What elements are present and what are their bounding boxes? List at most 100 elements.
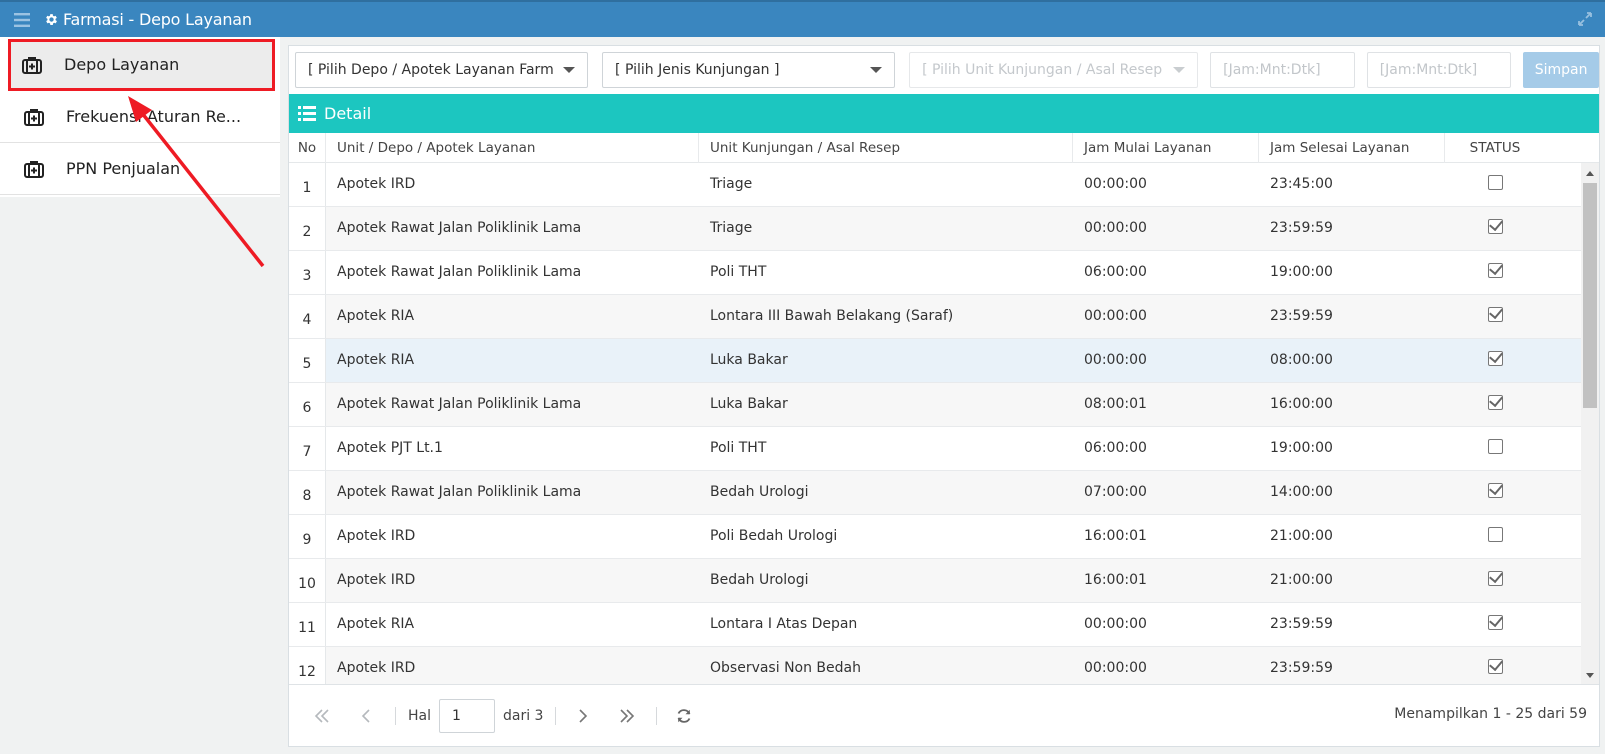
- page-number-input[interactable]: 1: [439, 698, 495, 733]
- table-row[interactable]: 2 Apotek Rawat Jalan Poliklinik Lama Triag…: [289, 207, 1581, 251]
- status-checkbox[interactable]: [1487, 263, 1503, 278]
- cell-kunjungan: Lontara III Bawah Belakang (Saraf): [710, 307, 954, 324]
- sidebar-item-label: PPN Penjualan: [66, 159, 181, 178]
- scrollbar-thumb[interactable]: [1583, 183, 1597, 408]
- cell-status: [1445, 383, 1545, 426]
- cell-jam-selesai: 14:00:00: [1270, 483, 1333, 500]
- refresh-button[interactable]: [669, 701, 699, 731]
- unit-kunjungan-select-value: [ Pilih Unit Kunjungan / Asal Resep ]: [922, 62, 1164, 78]
- table-row[interactable]: 7 Apotek PJT Lt.1 Poli THT 06:00:00 19:00:00: [289, 427, 1581, 471]
- detail-header: Detail: [289, 94, 1599, 133]
- cell-jam-mulai: 16:00:01: [1084, 527, 1147, 544]
- cell-unit: Apotek Rawat Jalan Poliklinik Lama: [337, 219, 582, 236]
- prev-page-button[interactable]: [351, 701, 381, 731]
- pager-info: Menampilkan 1 - 25 dari 59: [1394, 706, 1587, 722]
- gear-icon: [44, 12, 59, 27]
- status-checkbox[interactable]: [1487, 395, 1503, 410]
- jam-selesai-input[interactable]: [Jam:Mnt:Dtk]: [1366, 52, 1512, 88]
- status-checkbox[interactable]: [1487, 483, 1503, 498]
- cell-unit: Apotek RIA: [337, 351, 415, 368]
- cell-kunjungan: Poli THT: [710, 439, 767, 456]
- column-header-no[interactable]: No: [289, 133, 326, 163]
- cell-unit: Apotek IRD: [337, 571, 416, 588]
- table-row[interactable]: 5 Apotek RIA Luka Bakar 00:00:00 08:00:00: [289, 339, 1581, 383]
- status-checkbox[interactable]: [1487, 615, 1503, 630]
- status-checkbox[interactable]: [1487, 439, 1503, 454]
- first-page-button[interactable]: [307, 701, 337, 731]
- depo-select-value: [ Pilih Depo / Apotek Layanan Farmasi ]: [308, 62, 554, 78]
- chevron-down-icon: [563, 67, 576, 73]
- cell-kunjungan: Luka Bakar: [710, 395, 788, 412]
- depo-select[interactable]: [ Pilih Depo / Apotek Layanan Farmasi ]: [295, 52, 589, 88]
- expand-icon[interactable]: [1577, 11, 1593, 31]
- status-checkbox[interactable]: [1487, 527, 1503, 542]
- save-button[interactable]: Simpan: [1523, 52, 1599, 88]
- status-checkbox[interactable]: [1487, 307, 1503, 322]
- grid-body: 1 Apotek IRD Triage 00:00:00 23:45:00 2 Apotek…: [289, 163, 1581, 684]
- cell-jam-selesai: 21:00:00: [1270, 571, 1333, 588]
- column-header-status[interactable]: STATUS: [1445, 133, 1545, 163]
- cell-status: [1445, 471, 1545, 514]
- cell-jam-selesai: 23:59:59: [1270, 659, 1333, 676]
- sidebar-item-depo-layanan[interactable]: Depo Layanan: [8, 39, 275, 91]
- cell-kunjungan: Bedah Urologi: [710, 571, 809, 588]
- column-header-kunjungan[interactable]: Unit Kunjungan / Asal Resep: [699, 133, 1073, 163]
- cell-kunjungan: Bedah Urologi: [710, 483, 809, 500]
- cell-jam-selesai: 23:59:59: [1270, 219, 1333, 236]
- column-header-jam-mulai[interactable]: Jam Mulai Layanan: [1073, 133, 1259, 163]
- row-number: 11: [289, 603, 326, 646]
- pager-separator: [395, 706, 396, 725]
- unit-kunjungan-select[interactable]: [ Pilih Unit Kunjungan / Asal Resep ]: [909, 52, 1199, 88]
- cell-jam-mulai: 06:00:00: [1084, 263, 1147, 280]
- cell-kunjungan: Observasi Non Bedah: [710, 659, 861, 676]
- cell-kunjungan: Luka Bakar: [710, 351, 788, 368]
- menu-toggle-button[interactable]: [0, 2, 44, 37]
- table-row[interactable]: 4 Apotek RIA Lontara III Bawah Belakang (S…: [289, 295, 1581, 339]
- next-page-button[interactable]: [568, 701, 598, 731]
- detail-title: Detail: [324, 104, 372, 123]
- sidebar-item-frekuensi-aturan[interactable]: Frekuensi Aturan Re...: [0, 91, 280, 143]
- status-checkbox[interactable]: [1487, 219, 1503, 234]
- scroll-down-icon[interactable]: [1586, 673, 1594, 678]
- table-row[interactable]: 12 Apotek IRD Observasi Non Bedah 00:00:00 2…: [289, 647, 1581, 684]
- sidebar-item-ppn-penjualan[interactable]: PPN Penjualan: [0, 143, 280, 195]
- medkit-icon: [22, 56, 44, 74]
- table-row[interactable]: 6 Apotek Rawat Jalan Poliklinik Lama Luka …: [289, 383, 1581, 427]
- table-row[interactable]: 3 Apotek Rawat Jalan Poliklinik Lama Poli …: [289, 251, 1581, 295]
- scroll-up-icon[interactable]: [1586, 171, 1594, 176]
- last-page-button[interactable]: [612, 701, 642, 731]
- cell-jam-selesai: 08:00:00: [1270, 351, 1333, 368]
- table-row[interactable]: 11 Apotek RIA Lontara I Atas Depan 00:00:00…: [289, 603, 1581, 647]
- jam-mulai-input[interactable]: [Jam:Mnt:Dtk]: [1210, 52, 1355, 88]
- cell-kunjungan: Poli THT: [710, 263, 767, 280]
- jenis-kunjungan-select-value: [ Pilih Jenis Kunjungan ]: [615, 62, 780, 78]
- cell-jam-mulai: 00:00:00: [1084, 307, 1147, 324]
- status-checkbox[interactable]: [1487, 659, 1503, 674]
- cell-kunjungan: Poli Bedah Urologi: [710, 527, 838, 544]
- column-header-jam-selesai[interactable]: Jam Selesai Layanan: [1259, 133, 1445, 163]
- title-bar: Farmasi - Depo Layanan: [0, 0, 1605, 37]
- cell-jam-selesai: 23:45:00: [1270, 175, 1333, 192]
- column-header-unit[interactable]: Unit / Depo / Apotek Layanan: [326, 133, 699, 163]
- cell-jam-mulai: 08:00:01: [1084, 395, 1147, 412]
- hamburger-icon: [14, 12, 30, 27]
- table-row[interactable]: 9 Apotek IRD Poli Bedah Urologi 16:00:01 21:…: [289, 515, 1581, 559]
- page-label: Hal: [408, 707, 431, 724]
- cell-jam-mulai: 06:00:00: [1084, 439, 1147, 456]
- chevron-down-icon: [1173, 67, 1186, 73]
- cell-status: [1445, 339, 1545, 382]
- table-row[interactable]: 1 Apotek IRD Triage 00:00:00 23:45:00: [289, 163, 1581, 207]
- sidebar-item-label: Depo Layanan: [64, 55, 180, 74]
- cell-jam-mulai: 07:00:00: [1084, 483, 1147, 500]
- pager-separator: [555, 706, 557, 725]
- status-checkbox[interactable]: [1487, 571, 1503, 586]
- table-row[interactable]: 10 Apotek IRD Bedah Urologi 16:00:01 21:00:0…: [289, 559, 1581, 603]
- vertical-scrollbar[interactable]: [1581, 163, 1599, 684]
- table-row[interactable]: 8 Apotek Rawat Jalan Poliklinik Lama Bedah…: [289, 471, 1581, 515]
- jenis-kunjungan-select[interactable]: [ Pilih Jenis Kunjungan ]: [602, 52, 896, 88]
- cell-jam-selesai: 16:00:00: [1270, 395, 1333, 412]
- status-checkbox[interactable]: [1487, 175, 1503, 190]
- cell-status: [1445, 559, 1545, 602]
- status-checkbox[interactable]: [1487, 351, 1503, 366]
- cell-jam-mulai: 00:00:00: [1084, 175, 1147, 192]
